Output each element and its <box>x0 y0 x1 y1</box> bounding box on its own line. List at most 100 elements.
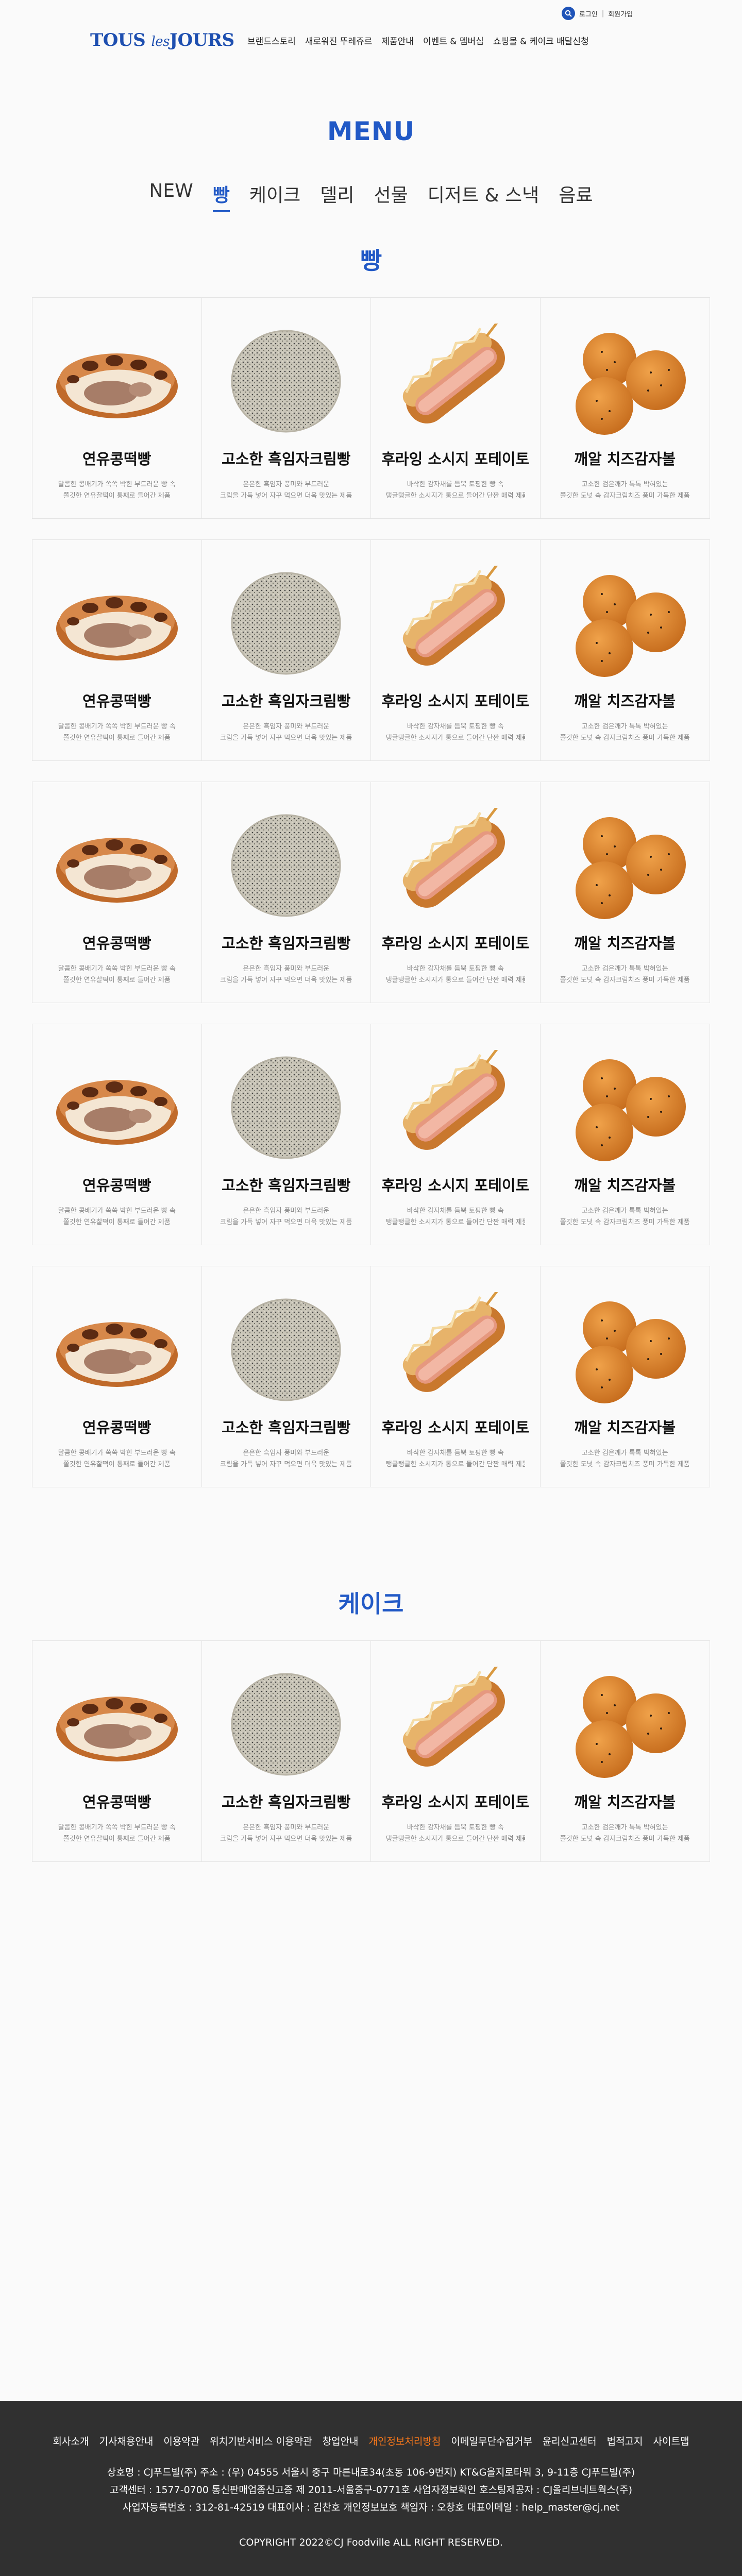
footer-link[interactable]: 윤리신고센터 <box>543 2434 597 2448</box>
search-button[interactable] <box>562 7 575 20</box>
product-name: 후라잉 소시지 포테이토 <box>381 450 530 468</box>
product-description: 달콤한 콩배기가 쏙쏙 박힌 부드러운 빵 속 쫄깃한 연유찰떡이 통째로 들어간… <box>47 963 187 986</box>
gnb-brand-story[interactable]: 브랜드스토리 <box>247 34 296 47</box>
product-card[interactable]: 깨알 치즈감자볼 고소한 검은깨가 톡톡 박혀있는 쫄깃한 도넛 속 감자크림치즈 … <box>541 782 710 1003</box>
tab-2[interactable]: 케이크 <box>249 180 300 212</box>
product-description: 달콤한 콩배기가 쏙쏙 박힌 부드러운 빵 속 쫄깃한 연유찰떡이 통째로 들어간… <box>47 721 187 744</box>
product-description: 은은한 흑임자 풍미와 부드러운크림을 가득 넣어 자꾸 먹으면 더욱 맛있는 … <box>216 1822 356 1845</box>
product-name: 깨알 치즈감자볼 <box>574 692 676 710</box>
product-description-line1: 은은한 흑임자 풍미와 부드러운 <box>243 481 330 488</box>
product-card[interactable]: 깨알 치즈감자볼 고소한 검은깨가 톡톡 박혀있는 쫄깃한 도넛 속 감자크림치즈 … <box>541 1641 710 1861</box>
product-description-line2: 탱글탱글한 소시지가 통으로 들어간 단짠 매력 제품 <box>385 1218 525 1226</box>
product-card[interactable]: 연유콩떡빵 달콤한 콩배기가 쏙쏙 박힌 부드러운 빵 속 쫄깃한 연유찰떡이 통째… <box>32 782 202 1003</box>
gnb-products[interactable]: 제품안내 <box>381 34 414 47</box>
product-description-line2: 쫄깃한 도넛 속 감자크림치즈 풍미 가득한 제품 <box>560 1461 690 1468</box>
signup-link[interactable]: 회원가입 <box>608 9 633 19</box>
product-card[interactable]: 고소한 흑임자크림빵 은은한 흑임자 풍미와 부드러운 크림을 가득 넣어 자꾸 먹… <box>202 1024 371 1245</box>
product-card[interactable]: 고소한 흑임자크림빵 은은한 흑임자 풍미와 부드러운 크림을 가득 넣어 자꾸 먹… <box>202 298 371 518</box>
product-description-line1: 고소한 검은깨가 톡톡 박혀있는 <box>581 965 668 973</box>
footer-link[interactable]: 사이트맵 <box>653 2434 689 2448</box>
product-description-line1: 은은한 흑임자 풍미와 부드러운 <box>243 1824 330 1832</box>
utility-bar: 로그인 | 회원가입 <box>562 7 660 20</box>
product-card[interactable]: 고소한 흑임자크림빵 은은한 흑임자 풍미와 부드러운 크림을 가득 넣어 자꾸 먹… <box>202 540 371 760</box>
product-card[interactable]: 깨알 치즈감자볼 고소한 검은깨가 톡톡 박혀있는 쫄깃한 도넛 속 감자크림치즈 … <box>541 298 710 518</box>
condensed-milk-bean-bread-image <box>50 808 184 921</box>
product-description-line1: 고소한 검은깨가 톡톡 박혀있는 <box>581 723 668 731</box>
product-description: 고소한 검은깨가 톡톡 박혀있는 쫄깃한 도넛 속 감자크림치즈 풍미 가득한 제… <box>555 479 695 502</box>
product-description: 바삭한 감자채를 듬뿍 토핑한 빵 속탱글탱글한 소시지가 통으로 들어간 단짠… <box>386 1206 525 1228</box>
product-row: 연유콩떡빵 달콤한 콩배기가 쏙쏙 박힌 부드러운 빵 속 쫄깃한 연유찰떡이 통째… <box>32 782 710 1003</box>
condensed-milk-bean-bread-image <box>50 324 184 437</box>
product-description-line2: 크림을 가득 넣어 자꾸 먹으면 더욱 맛있는 제품 <box>220 1835 352 1843</box>
product-description: 고소한 검은깨가 톡톡 박혀있는 쫄깃한 도넛 속 감자크림치즈 풍미 가득한 제… <box>555 1448 695 1470</box>
login-link[interactable]: 로그인 <box>579 9 598 19</box>
product-card[interactable]: 연유콩떡빵 달콤한 콩배기가 쏙쏙 박힌 부드러운 빵 속 쫄깃한 연유찰떡이 통째… <box>32 298 202 518</box>
footer-link[interactable]: 위치기반서비스 이용약관 <box>210 2434 312 2448</box>
tab-1[interactable]: 빵 <box>212 180 230 212</box>
gnb-shop-delivery[interactable]: 쇼핑몰 & 케이크 배달신청 <box>493 34 589 47</box>
product-card[interactable]: 후라잉 소시지 포테이토 바삭한 감자채를 듬뿍 토핑한 빵 속 탱글탱글한 소시지… <box>371 298 541 518</box>
product-description-line1: 고소한 검은깨가 톡톡 박혀있는 <box>581 481 668 488</box>
product-name: 깨알 치즈감자볼 <box>574 1177 676 1194</box>
tab-4[interactable]: 선물 <box>374 180 408 212</box>
product-description: 달콤한 콩배기가 쏙쏙 박힌 부드러운 빵 속 쫄깃한 연유찰떡이 통째로 들어간… <box>47 1822 187 1845</box>
product-card[interactable]: 연유콩떡빵 달콤한 콩배기가 쏙쏙 박힌 부드러운 빵 속 쫄깃한 연유찰떡이 통째… <box>32 540 202 760</box>
product-card[interactable]: 깨알 치즈감자볼고소한 검은깨가 톡톡 박혀있는 쫄깃한 도넛 속 감자크림치즈 … <box>541 1266 710 1487</box>
search-icon <box>565 10 572 17</box>
product-description-line2: 쫄깃한 연유찰떡이 통째로 들어간 제품 <box>63 976 171 984</box>
product-card[interactable]: 후라잉 소시지 포테이토 바삭한 감자채를 듬뿍 토핑한 빵 속 탱글탱글한 소시지… <box>371 1024 541 1245</box>
product-description-line2: 크림을 가득 넣어 자꾸 먹으면 더욱 맛있는 제품 <box>220 976 352 984</box>
footer-link[interactable]: 회사소개 <box>53 2434 89 2448</box>
product-card[interactable]: 연유콩떡빵 달콤한 콩배기가 쏙쏙 박힌 부드러운 빵 속 쫄깃한 연유찰떡이 통째… <box>32 1024 202 1245</box>
product-card[interactable]: 후라잉 소시지 포테이토 바삭한 감자채를 듬뿍 토핑한 빵 속 탱글탱글한 소시지… <box>371 1641 541 1861</box>
product-card[interactable]: 후라잉 소시지 포테이토 바삭한 감자채를 듬뿍 토핑한 빵 속 탱글탱글한 소시지… <box>371 782 541 1003</box>
black-sesame-cream-bread-image <box>219 1292 353 1405</box>
gnb-event-membership[interactable]: 이벤트 & 멤버십 <box>423 34 484 47</box>
tab-6[interactable]: 음료 <box>559 180 593 212</box>
frying-sausage-potato-image <box>389 804 522 921</box>
brand-logo[interactable]: TOUS lesJOURS <box>90 30 234 50</box>
frying-sausage-potato-image <box>389 1046 522 1163</box>
product-description-line1: 바삭한 감자채를 듬뿍 토핑한 빵 속 <box>407 1824 504 1832</box>
product-description-line2: 쫄깃한 연유찰떡이 통째로 들어간 제품 <box>63 734 171 742</box>
product-description-line1: 달콤한 콩배기가 쏙쏙 박힌 부드러운 빵 속 <box>58 1824 176 1832</box>
product-description-line1: 은은한 흑임자 풍미와 부드러운 <box>243 723 330 731</box>
tab-0[interactable]: NEW <box>149 180 193 212</box>
tab-3[interactable]: 델리 <box>320 180 354 212</box>
product-name: 깨알 치즈감자볼 <box>574 1419 676 1436</box>
product-description-line1: 은은한 흑임자 풍미와 부드러운 <box>243 965 330 973</box>
product-card[interactable]: 후라잉 소시지 포테이토 바삭한 감자채를 듬뿍 토핑한 빵 속 탱글탱글한 소시지… <box>371 540 541 760</box>
product-description-line1: 바삭한 감자채를 듬뿍 토핑한 빵 속 <box>407 481 504 488</box>
footer-link[interactable]: 개인정보처리방침 <box>369 2434 441 2448</box>
product-name: 고소한 흑임자크림빵 <box>222 450 351 468</box>
product-card[interactable]: 후라잉 소시지 포테이토 바삭한 감자채를 듬뿍 토핑한 빵 속 탱글탱글한 소시지… <box>371 1266 541 1487</box>
product-card[interactable]: 고소한 흑임자크림빵 은은한 흑임자 풍미와 부드러운 크림을 가득 넣어 자꾸 먹… <box>202 1641 371 1861</box>
gnb-new-tous-les-jours[interactable]: 새로워진 뚜레쥬르 <box>305 34 373 47</box>
black-sesame-cream-bread-image <box>219 1667 353 1780</box>
logo-text-les: les <box>151 34 170 49</box>
footer-link[interactable]: 이메일무단수집거부 <box>451 2434 532 2448</box>
black-sesame-cream-bread-image <box>219 324 353 437</box>
product-card[interactable]: 깨알 치즈감자볼 고소한 검은깨가 톡톡 박혀있는 쫄깃한 도넛 속 감자크림치즈 … <box>541 1024 710 1245</box>
product-card[interactable]: 연유콩떡빵 달콤한 콩배기가 쏙쏙 박힌 부드러운 빵 속 쫄깃한 연유찰떡이 통째… <box>32 1641 202 1861</box>
tab-5[interactable]: 디저트 & 스낵 <box>428 180 539 212</box>
product-card[interactable]: 고소한 흑임자크림빵 은은한 흑임자 풍미와 부드러운 크림을 가득 넣어 자꾸 먹… <box>202 782 371 1003</box>
footer-link[interactable]: 기사채용안내 <box>99 2434 153 2448</box>
product-card[interactable]: 고소한 흑임자크림빵 은은한 흑임자 풍미와 부드러운 크림을 가득 넣어 자꾸 먹… <box>202 1266 371 1487</box>
product-description: 달콤한 콩배기가 쏙쏙 박힌 부드러운 빵 속 쫄깃한 연유찰떡이 통째로 들어간… <box>47 479 187 502</box>
product-description-line1: 바삭한 감자채를 듬뿍 토핑한 빵 속 <box>407 1449 504 1457</box>
footer-link[interactable]: 이용약관 <box>163 2434 199 2448</box>
product-card[interactable]: 깨알 치즈감자볼 고소한 검은깨가 톡톡 박혀있는 쫄깃한 도넛 속 감자크림치즈 … <box>541 540 710 760</box>
condensed-milk-bean-bread-image <box>50 1050 184 1163</box>
product-description-line1: 바삭한 감자채를 듬뿍 토핑한 빵 속 <box>407 1207 504 1215</box>
product-card[interactable]: 연유콩떡빵 달콤한 콩배기가 쏙쏙 박힌 부드러운 빵 속 쫄깃한 연유찰떡이 통째… <box>32 1266 202 1487</box>
company-info-line1: 상호명 : CJ푸드빌(주) 주소 : (우) 04555 서울시 중구 마른내… <box>107 2467 635 2478</box>
footer-link[interactable]: 창업안내 <box>323 2434 359 2448</box>
company-info-line2: 고객센터 : 1577-0700 통신판매업종신고증 제 2011-서울중구-0… <box>109 2484 633 2496</box>
footer-link[interactable]: 법적고지 <box>607 2434 643 2448</box>
product-name: 후라잉 소시지 포테이토 <box>381 1419 530 1436</box>
product-row: 연유콩떡빵 달콤한 콩배기가 쏙쏙 박힌 부드러운 빵 속 쫄깃한 연유찰떡이 통째… <box>32 297 710 519</box>
condensed-milk-bean-bread-image <box>50 1667 184 1780</box>
product-description: 은은한 흑임자 풍미와 부드러운 크림을 가득 넣어 자꾸 먹으면 더욱 맛있는 … <box>216 1206 356 1228</box>
product-name: 후라잉 소시지 포테이토 <box>381 1793 530 1811</box>
